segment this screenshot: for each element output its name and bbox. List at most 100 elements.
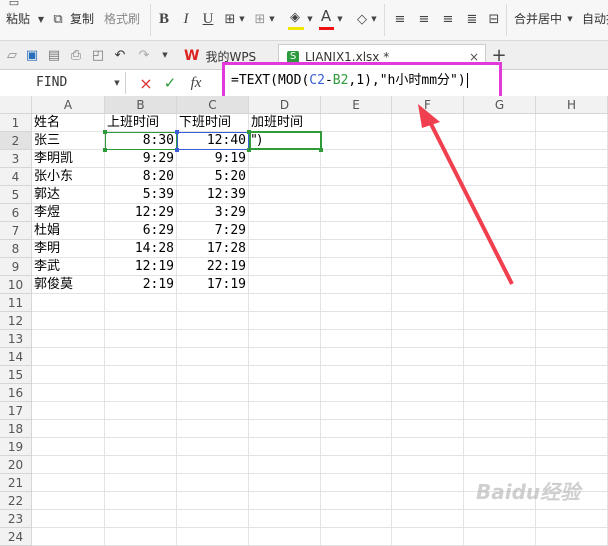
cell-c9[interactable]: 22:19 <box>177 258 249 276</box>
cell-h18[interactable] <box>536 420 608 438</box>
selection-handle[interactable] <box>103 148 107 152</box>
cell-f13[interactable] <box>392 330 464 348</box>
cell-e14[interactable] <box>321 348 392 366</box>
cell-f3[interactable] <box>392 150 464 168</box>
cell-g23[interactable] <box>464 510 536 528</box>
cell-h4[interactable] <box>536 168 608 186</box>
cell-d11[interactable] <box>249 294 321 312</box>
spreadsheet-grid[interactable]: A B C D E F G H 1 姓名 上班时间 下班时间 加班时间 2 张三 8:30 12:40 ") 3 李明… <box>0 96 608 546</box>
cell-c7[interactable]: 7:29 <box>177 222 249 240</box>
cell-d16[interactable] <box>249 384 321 402</box>
cell-e17[interactable] <box>321 402 392 420</box>
row-header-20[interactable]: 20 <box>0 456 32 474</box>
row-header-17[interactable]: 17 <box>0 402 32 420</box>
cell-e5[interactable] <box>321 186 392 204</box>
cell-d20[interactable] <box>249 456 321 474</box>
cell-b22[interactable] <box>105 492 177 510</box>
cell-f12[interactable] <box>392 312 464 330</box>
cell-c4[interactable]: 5:20 <box>177 168 249 186</box>
cell-b20[interactable] <box>105 456 177 474</box>
cell-d19[interactable] <box>249 438 321 456</box>
cell-e16[interactable] <box>321 384 392 402</box>
cell-g17[interactable] <box>464 402 536 420</box>
cell-c5[interactable]: 12:39 <box>177 186 249 204</box>
cell-d3[interactable] <box>249 150 321 168</box>
row-header-16[interactable]: 16 <box>0 384 32 402</box>
cell-f18[interactable] <box>392 420 464 438</box>
cell-a12[interactable] <box>32 312 105 330</box>
column-header-g[interactable]: G <box>464 96 536 114</box>
cell-c10[interactable]: 17:19 <box>177 276 249 294</box>
cell-h2[interactable] <box>536 132 608 150</box>
cell-e19[interactable] <box>321 438 392 456</box>
cell-h3[interactable] <box>536 150 608 168</box>
row-header-10[interactable]: 10 <box>0 276 32 294</box>
column-header-d[interactable]: D <box>249 96 321 114</box>
redo-icon[interactable]: ↷ <box>136 47 152 63</box>
cell-h20[interactable] <box>536 456 608 474</box>
cell-d15[interactable] <box>249 366 321 384</box>
cell-b12[interactable] <box>105 312 177 330</box>
copy-button[interactable]: 复制 <box>70 12 94 26</box>
cell-e18[interactable] <box>321 420 392 438</box>
paste-dropdown-icon[interactable]: ▼ <box>36 12 46 26</box>
cell-h5[interactable] <box>536 186 608 204</box>
cell-h10[interactable] <box>536 276 608 294</box>
row-header-12[interactable]: 12 <box>0 312 32 330</box>
cell-f14[interactable] <box>392 348 464 366</box>
cell-f1[interactable] <box>392 114 464 132</box>
cell-g14[interactable] <box>464 348 536 366</box>
cell-a23[interactable] <box>32 510 105 528</box>
cell-b1[interactable]: 上班时间 <box>105 114 177 132</box>
cell-e7[interactable] <box>321 222 392 240</box>
underline-button[interactable]: U <box>200 10 216 28</box>
cell-c2[interactable]: 12:40 <box>177 132 249 150</box>
formula-input[interactable]: =TEXT(MOD(C2-B2,1),"h小时mm分") <box>222 62 502 100</box>
cell-e9[interactable] <box>321 258 392 276</box>
cell-e15[interactable] <box>321 366 392 384</box>
cell-f17[interactable] <box>392 402 464 420</box>
cell-a2[interactable]: 张三 <box>32 132 105 150</box>
cell-a5[interactable]: 郭达 <box>32 186 105 204</box>
cell-g12[interactable] <box>464 312 536 330</box>
cell-h23[interactable] <box>536 510 608 528</box>
cell-f7[interactable] <box>392 222 464 240</box>
cell-d6[interactable] <box>249 204 321 222</box>
cell-g9[interactable] <box>464 258 536 276</box>
cell-f2[interactable] <box>392 132 464 150</box>
italic-button[interactable]: I <box>178 10 194 28</box>
cell-c19[interactable] <box>177 438 249 456</box>
cell-e8[interactable] <box>321 240 392 258</box>
cell-c22[interactable] <box>177 492 249 510</box>
cell-e23[interactable] <box>321 510 392 528</box>
cell-d24[interactable] <box>249 528 321 546</box>
cell-g7[interactable] <box>464 222 536 240</box>
cell-g6[interactable] <box>464 204 536 222</box>
cell-c16[interactable] <box>177 384 249 402</box>
row-header-18[interactable]: 18 <box>0 420 32 438</box>
cell-c8[interactable]: 17:28 <box>177 240 249 258</box>
cell-a7[interactable]: 杜娟 <box>32 222 105 240</box>
cell-f23[interactable] <box>392 510 464 528</box>
cell-f10[interactable] <box>392 276 464 294</box>
column-header-h[interactable]: H <box>536 96 608 114</box>
merge-center-button[interactable]: 合并居中 <box>514 12 562 26</box>
column-header-a[interactable]: A <box>32 96 105 114</box>
cell-e2[interactable] <box>321 132 392 150</box>
cell-e12[interactable] <box>321 312 392 330</box>
row-header-24[interactable]: 24 <box>0 528 32 546</box>
clear-format-icon[interactable]: ◇ <box>354 10 370 28</box>
cell-h14[interactable] <box>536 348 608 366</box>
selection-handle[interactable] <box>103 130 107 134</box>
row-header-8[interactable]: 8 <box>0 240 32 258</box>
paste-button[interactable]: 粘贴 <box>6 12 30 26</box>
cell-a18[interactable] <box>32 420 105 438</box>
cell-c14[interactable] <box>177 348 249 366</box>
cell-b23[interactable] <box>105 510 177 528</box>
cell-f5[interactable] <box>392 186 464 204</box>
cell-f9[interactable] <box>392 258 464 276</box>
cell-style-dropdown-icon[interactable]: ▼ <box>268 12 276 26</box>
cell-h13[interactable] <box>536 330 608 348</box>
row-header-23[interactable]: 23 <box>0 510 32 528</box>
auto-wrap-button[interactable]: 自动换 <box>582 12 608 26</box>
